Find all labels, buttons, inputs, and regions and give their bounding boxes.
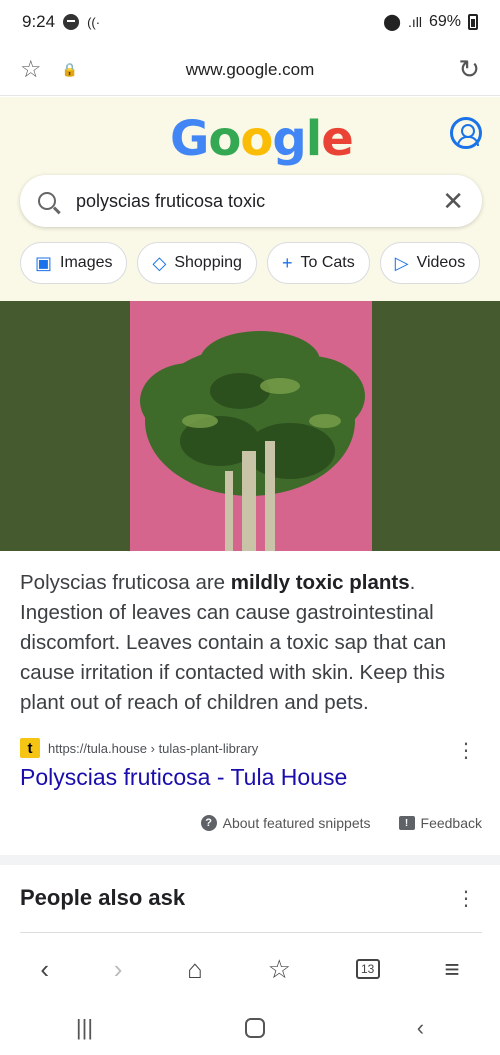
home-icon[interactable]: ⌂ bbox=[187, 954, 203, 985]
chip-label: Videos bbox=[416, 254, 466, 271]
url-bar[interactable]: ☆ 🔒 www.google.com ↻ bbox=[0, 44, 500, 96]
battery-icon bbox=[468, 14, 478, 30]
location-icon: ⬤ bbox=[383, 14, 401, 31]
lock-icon: 🔒 bbox=[61, 61, 78, 77]
clock: 9:24 bbox=[22, 12, 56, 31]
messenger-icon bbox=[63, 14, 80, 30]
tula-favicon-icon: t bbox=[20, 738, 40, 758]
tabs-icon[interactable]: 13 bbox=[355, 959, 380, 979]
tag-icon: ◇ bbox=[152, 252, 167, 273]
bookmarks-icon[interactable]: ☆ bbox=[268, 954, 291, 985]
search-input[interactable] bbox=[76, 190, 443, 212]
help-icon: ? bbox=[200, 815, 217, 831]
chip-to-cats[interactable]: + To Cats bbox=[266, 242, 370, 284]
chip-images[interactable]: ▣ Images bbox=[20, 242, 128, 284]
browser-toolbar: ‹ › ⌂ ☆ 13 ≡ bbox=[0, 940, 500, 998]
about-snippets-link[interactable]: ? About featured snippets bbox=[200, 815, 371, 831]
image-icon: ▣ bbox=[35, 252, 53, 273]
clear-icon[interactable]: ✕ bbox=[442, 186, 464, 217]
featured-image-band bbox=[0, 301, 500, 551]
forward-icon[interactable]: › bbox=[114, 954, 123, 985]
chip-label: Shopping bbox=[174, 254, 242, 271]
paa-more-options-icon[interactable]: ⋮ bbox=[456, 886, 476, 911]
google-header: Google ✕ ▣ Images ◇ Shopping + To Cats ▷… bbox=[0, 97, 500, 302]
chip-videos[interactable]: ▷ Videos bbox=[379, 242, 481, 284]
chip-shopping[interactable]: ◇ Shopping bbox=[137, 242, 257, 284]
chip-label: Images bbox=[60, 254, 113, 271]
filter-chips: ▣ Images ◇ Shopping + To Cats ▷ Videos bbox=[20, 242, 481, 284]
featured-snippet-text: Polyscias fruticosa are mildly toxic pla… bbox=[20, 568, 482, 718]
wifi-icon: ((· bbox=[87, 14, 101, 30]
menu-icon[interactable]: ≡ bbox=[444, 954, 459, 985]
plus-icon: + bbox=[281, 252, 293, 273]
plant-photo[interactable] bbox=[130, 301, 372, 551]
play-icon: ▷ bbox=[394, 252, 409, 273]
recents-icon[interactable]: ||| bbox=[76, 1015, 93, 1041]
google-doodle-logo[interactable]: Google bbox=[170, 111, 354, 167]
android-nav-bar: ||| ‹ bbox=[0, 1000, 500, 1055]
plant-illustration bbox=[130, 301, 372, 551]
divider-line bbox=[20, 932, 482, 933]
account-icon[interactable] bbox=[450, 117, 482, 149]
snippet-bold-text: mildly toxic plants bbox=[230, 571, 410, 594]
battery-percent: 69% bbox=[428, 13, 461, 30]
people-also-ask-heading: People also ask bbox=[20, 885, 186, 910]
feedback-label: Feedback bbox=[420, 815, 482, 831]
result-url[interactable]: https://tula.house › tulas-plant-library bbox=[48, 741, 258, 756]
search-box[interactable]: ✕ bbox=[20, 175, 482, 227]
more-options-icon[interactable]: ⋮ bbox=[456, 738, 476, 763]
search-icon bbox=[38, 192, 56, 210]
result-source[interactable]: t https://tula.house › tulas-plant-libra… bbox=[20, 738, 258, 758]
chip-label: To Cats bbox=[300, 254, 355, 271]
status-bar: 9:24 ((· ⬤ .ıll 69% bbox=[0, 0, 500, 44]
result-title-link[interactable]: Polyscias fruticosa - Tula House bbox=[20, 764, 347, 791]
snippet-text: Polyscias fruticosa are bbox=[20, 571, 231, 594]
feedback-link[interactable]: ! Feedback bbox=[398, 815, 482, 831]
back-icon[interactable]: ‹ bbox=[40, 954, 49, 985]
reload-icon[interactable]: ↻ bbox=[458, 54, 480, 85]
home-button-icon[interactable] bbox=[244, 1017, 265, 1038]
about-label: About featured snippets bbox=[222, 815, 371, 831]
signal-icon: .ıll bbox=[407, 14, 422, 30]
bookmark-star-icon[interactable]: ☆ bbox=[20, 55, 42, 84]
section-divider bbox=[0, 855, 500, 865]
feedback-icon: ! bbox=[398, 816, 415, 830]
feedback-row: ? About featured snippets ! Feedback bbox=[200, 815, 482, 831]
nav-back-icon[interactable]: ‹ bbox=[417, 1015, 424, 1041]
